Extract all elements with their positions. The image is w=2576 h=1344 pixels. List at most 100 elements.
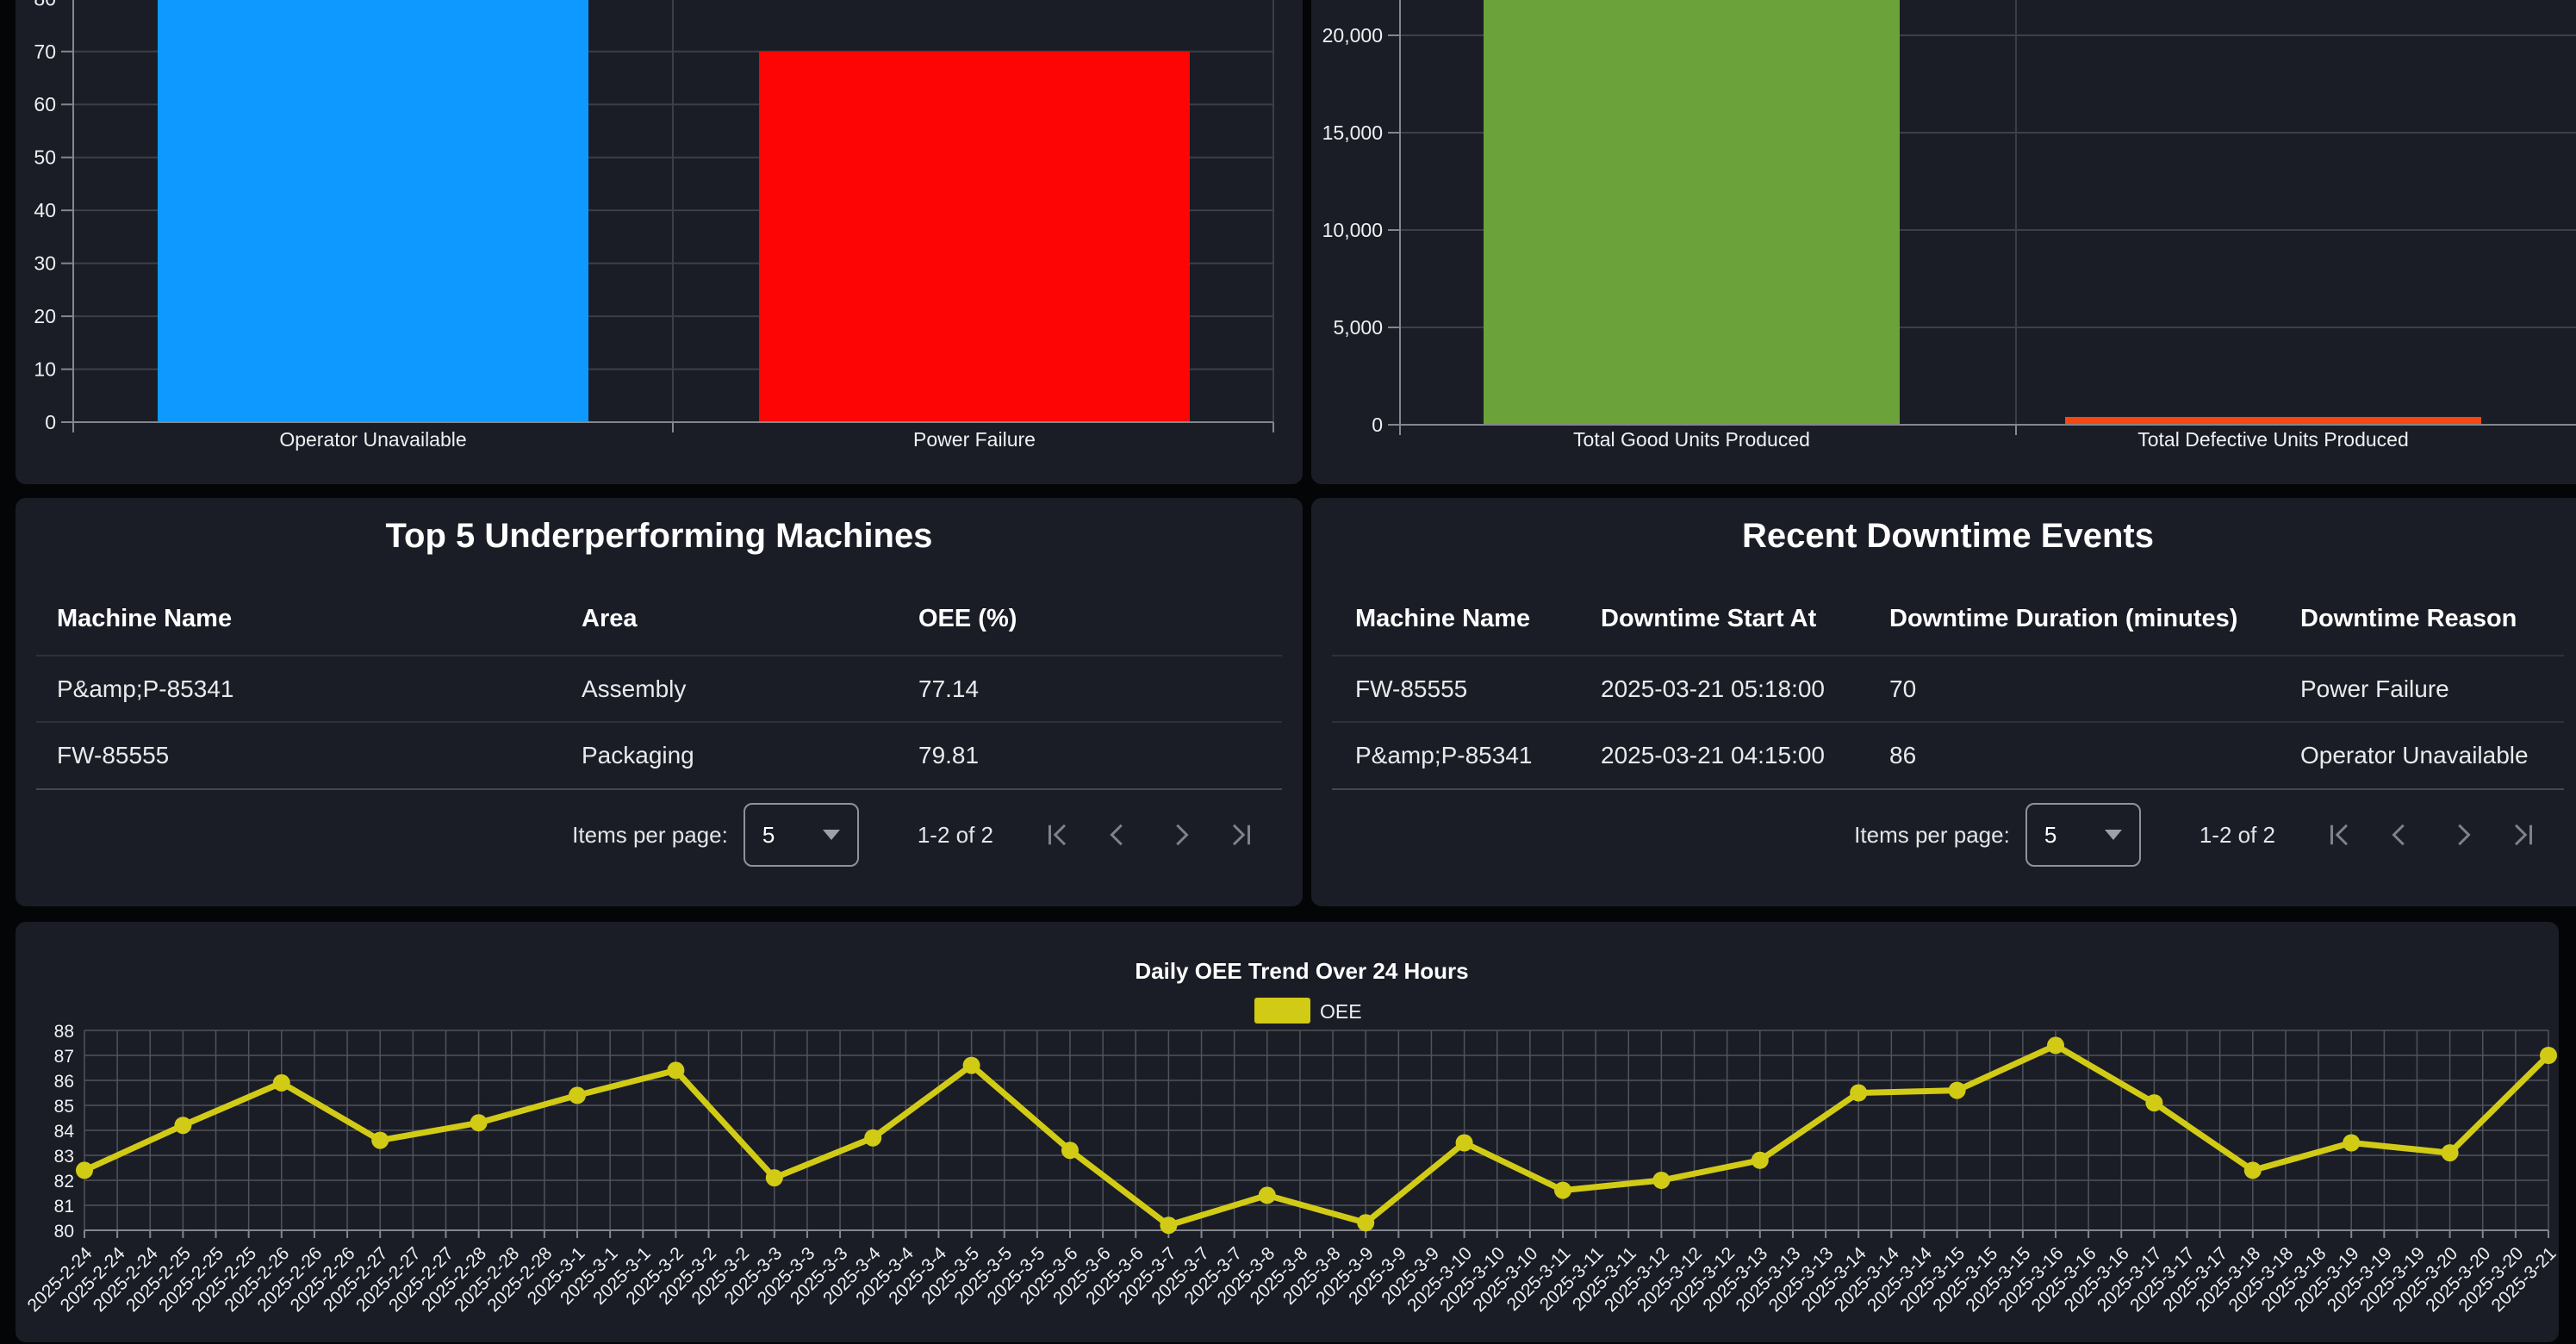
items-per-page-label: Items per page: xyxy=(1854,822,2010,849)
svg-text:84: 84 xyxy=(54,1122,75,1142)
column-header-machine-name: Machine Name xyxy=(1355,591,1601,646)
page-size-select[interactable]: 5 xyxy=(2025,803,2141,867)
table-row: P&amp;P-85341 Assembly 77.14 xyxy=(16,656,1303,721)
chart-title: Daily OEE Trend Over 24 Hours xyxy=(1135,958,1468,984)
data-point-marker xyxy=(1357,1214,1374,1231)
data-point-marker xyxy=(2145,1094,2162,1111)
data-point-marker xyxy=(2244,1161,2262,1179)
data-point-marker xyxy=(174,1117,191,1134)
first-page-button[interactable] xyxy=(1043,822,1069,848)
cell-duration: 86 xyxy=(1889,723,2300,787)
data-point-marker xyxy=(2343,1135,2360,1152)
cell-oee: 77.14 xyxy=(918,656,1303,721)
x-category-label: Operator Unavailable xyxy=(279,428,466,451)
page-range-label: 1-2 of 2 xyxy=(2200,822,2275,849)
data-point-marker xyxy=(2047,1036,2064,1054)
data-point-marker xyxy=(2540,1047,2557,1064)
svg-text:20,000: 20,000 xyxy=(1322,24,1383,47)
bar-power-failure xyxy=(759,52,1190,422)
column-header-duration: Downtime Duration (minutes) xyxy=(1889,591,2300,646)
chevron-down-icon xyxy=(823,830,840,840)
table-row: FW-85555 Packaging 79.81 xyxy=(16,723,1303,787)
data-point-marker xyxy=(1752,1152,1769,1169)
page-title: Recent Downtime Events xyxy=(1311,517,2576,556)
cell-oee: 79.81 xyxy=(918,723,1303,787)
next-page-button[interactable] xyxy=(1167,822,1193,848)
legend-label[interactable]: OEE xyxy=(1320,1000,1362,1023)
svg-text:0: 0 xyxy=(45,411,56,433)
svg-text:5,000: 5,000 xyxy=(1333,316,1383,339)
svg-text:88: 88 xyxy=(54,1022,74,1042)
svg-text:0: 0 xyxy=(1372,414,1383,436)
cell-duration: 70 xyxy=(1889,656,2300,721)
last-page-icon xyxy=(1229,822,1255,848)
first-page-icon xyxy=(2325,822,2351,848)
chevron-right-icon xyxy=(1167,822,1193,848)
data-point-marker xyxy=(76,1161,93,1179)
chevron-left-icon xyxy=(2387,822,2413,848)
data-point-marker xyxy=(1456,1135,1473,1152)
svg-text:80: 80 xyxy=(34,0,56,9)
svg-text:85: 85 xyxy=(54,1097,74,1117)
underperforming-machines-card: Top 5 Underperforming Machines Machine N… xyxy=(16,498,1303,906)
data-point-marker xyxy=(1949,1082,1966,1099)
oee-trend-card: 8081828384858687882025-2-242025-2-242025… xyxy=(16,922,2559,1342)
legend-swatch[interactable] xyxy=(1254,998,1310,1024)
previous-page-button[interactable] xyxy=(2387,822,2413,848)
oee-trend-line xyxy=(84,1045,2548,1225)
column-header-oee: OEE (%) xyxy=(918,591,1303,646)
downtime-by-reason-chart: 01020304050607080Operator UnavailablePow… xyxy=(16,0,1303,484)
cell-machine-name: P&amp;P-85341 xyxy=(57,656,582,721)
svg-text:83: 83 xyxy=(54,1147,74,1167)
table-header-row: Machine Name Area OEE (%) xyxy=(16,591,1303,646)
svg-text:81: 81 xyxy=(54,1197,74,1216)
svg-text:70: 70 xyxy=(34,40,56,63)
first-page-icon xyxy=(1043,822,1069,848)
data-point-marker xyxy=(2442,1144,2459,1161)
svg-text:60: 60 xyxy=(34,93,56,115)
x-category-label: Total Good Units Produced xyxy=(1573,428,1810,451)
svg-text:15,000: 15,000 xyxy=(1322,121,1383,144)
oee-trend-chart: 8081828384858687882025-2-242025-2-242025… xyxy=(16,922,2559,1342)
column-header-reason: Downtime Reason xyxy=(2300,591,2576,646)
chevron-down-icon xyxy=(2105,830,2122,840)
paginator: Items per page: 5 1-2 of 2 xyxy=(572,801,1255,868)
svg-text:80: 80 xyxy=(54,1222,74,1241)
chevron-left-icon xyxy=(1105,822,1131,848)
last-page-button[interactable] xyxy=(2511,822,2537,848)
cell-start-at: 2025-03-21 04:15:00 xyxy=(1601,723,1889,787)
table-bottom-divider xyxy=(36,788,1282,790)
table-row: FW-85555 2025-03-21 05:18:00 70 Power Fa… xyxy=(1311,656,2576,721)
data-point-marker xyxy=(1061,1142,1079,1159)
cell-machine-name: FW-85555 xyxy=(57,723,582,787)
page-size-select[interactable]: 5 xyxy=(744,803,859,867)
cell-machine-name: FW-85555 xyxy=(1355,656,1601,721)
table-header-row: Machine Name Downtime Start At Downtime … xyxy=(1311,591,2576,646)
svg-text:82: 82 xyxy=(54,1172,74,1192)
items-per-page-label: Items per page: xyxy=(572,822,728,849)
bar-operator-unavailable xyxy=(158,0,588,422)
column-header-area: Area xyxy=(582,591,918,646)
last-page-button[interactable] xyxy=(1229,822,1255,848)
bar-total-defective-units-produced xyxy=(2065,417,2481,425)
data-point-marker xyxy=(667,1061,684,1079)
data-point-marker xyxy=(569,1086,586,1104)
data-point-marker xyxy=(766,1169,783,1186)
production-units-chart: 05,00010,00015,00020,000Total Good Units… xyxy=(1311,0,2576,484)
previous-page-button[interactable] xyxy=(1105,822,1131,848)
first-page-button[interactable] xyxy=(2325,822,2351,848)
page-range-label: 1-2 of 2 xyxy=(918,822,993,849)
data-point-marker xyxy=(864,1129,881,1147)
data-point-marker xyxy=(1160,1216,1177,1234)
x-category-label: Total Defective Units Produced xyxy=(2137,428,2409,451)
data-point-marker xyxy=(963,1057,980,1074)
cell-machine-name: P&amp;P-85341 xyxy=(1355,723,1601,787)
bar-total-good-units-produced xyxy=(1484,0,1900,425)
recent-downtime-events-card: Recent Downtime Events Machine Name Down… xyxy=(1311,498,2576,906)
next-page-button[interactable] xyxy=(2449,822,2475,848)
column-header-start-at: Downtime Start At xyxy=(1601,591,1889,646)
svg-text:50: 50 xyxy=(34,146,56,169)
svg-text:30: 30 xyxy=(34,252,56,275)
dashboard: 01020304050607080Operator UnavailablePow… xyxy=(0,0,2576,1344)
svg-text:10: 10 xyxy=(34,358,56,381)
